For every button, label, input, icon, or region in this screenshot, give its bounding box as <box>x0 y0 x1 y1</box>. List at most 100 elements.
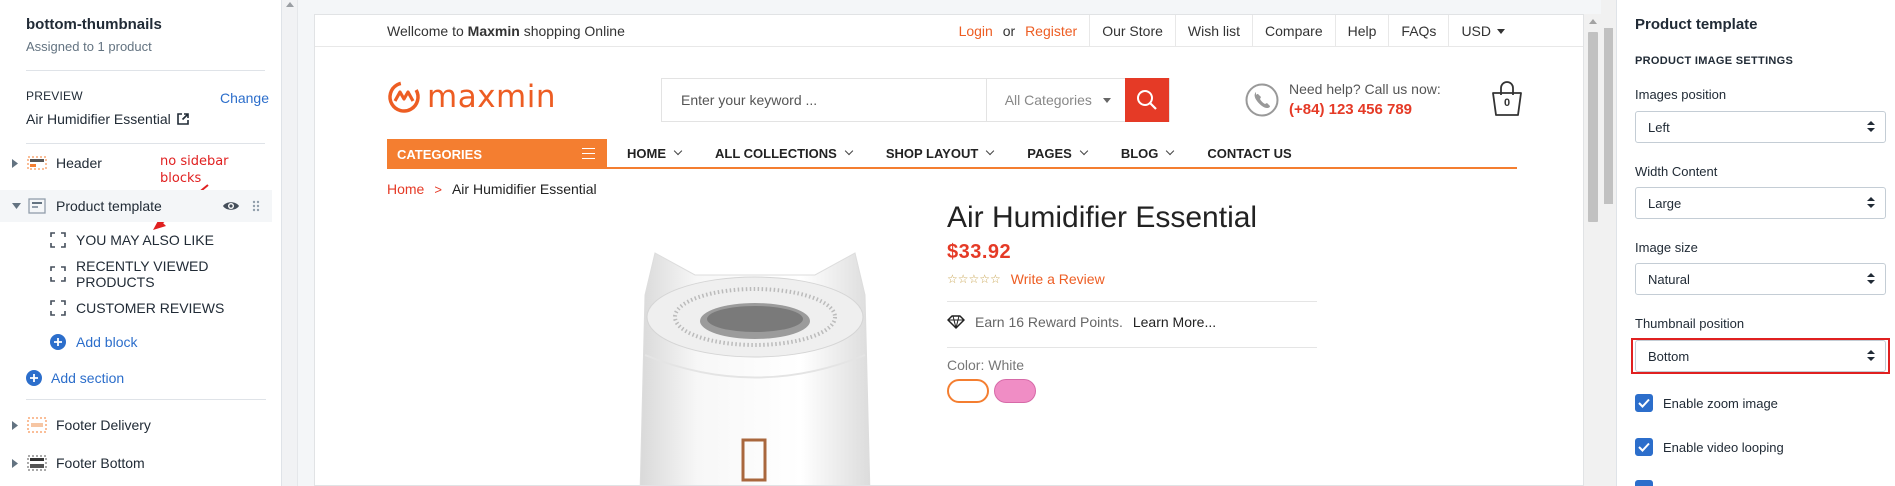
register-link[interactable]: Register <box>1025 23 1077 39</box>
theme-editor-sidebar: bottom-thumbnails Assigned to 1 product … <box>0 0 282 486</box>
menu-item-home[interactable]: HOME <box>613 146 701 161</box>
menu-label[interactable]: CONTACT US <box>1207 146 1291 161</box>
learn-more-link[interactable]: Learn More... <box>1133 314 1216 330</box>
add-section-label[interactable]: Add section <box>51 370 124 386</box>
scroll-up-icon[interactable] <box>1589 19 1597 24</box>
block-label: RECENTLY VIEWED PRODUCTS <box>76 258 209 290</box>
menu-label[interactable]: HOME <box>627 146 666 161</box>
product-main-image[interactable] <box>585 235 925 485</box>
categories-button[interactable]: CATEGORIES <box>387 139 607 169</box>
categories-label[interactable]: CATEGORIES <box>397 147 482 162</box>
help-phone[interactable]: (+84) 123 456 789 <box>1289 101 1441 118</box>
select-arrows-icon[interactable] <box>1867 197 1875 208</box>
search-category-select[interactable]: All Categories <box>985 79 1125 121</box>
top-link-compare[interactable]: Compare <box>1252 15 1335 47</box>
cart-button[interactable]: 0 <box>1487 79 1527 119</box>
caret-right-icon[interactable] <box>12 458 20 468</box>
scrollbar-thumb[interactable] <box>1604 28 1613 204</box>
menu-item-all-collections[interactable]: ALL COLLECTIONS <box>701 146 872 161</box>
login-link[interactable]: Login <box>959 23 993 39</box>
scrollbar-thumb[interactable] <box>1588 32 1598 222</box>
color-label: Color: White <box>947 357 1025 373</box>
caret-down-icon[interactable] <box>1497 28 1505 34</box>
menu-item-contact-us[interactable]: CONTACT US <box>1193 146 1311 161</box>
add-section-button[interactable]: Add section <box>26 363 124 393</box>
chevron-down-icon[interactable] <box>986 146 995 156</box>
checkbox-checked-icon[interactable] <box>1635 394 1653 412</box>
top-link-our-store[interactable]: Our Store <box>1089 15 1175 47</box>
scroll-up-icon[interactable] <box>286 2 294 7</box>
block-item[interactable]: RECENTLY VIEWED PRODUCTS <box>50 258 281 290</box>
currency-value[interactable]: USD <box>1461 23 1491 39</box>
search-category-value[interactable]: All Categories <box>1005 92 1092 108</box>
image-size-select[interactable]: Natural <box>1635 263 1886 295</box>
menu-label[interactable]: SHOP LAYOUT <box>886 146 978 161</box>
select-value[interactable]: Natural <box>1648 272 1690 287</box>
chevron-down-icon[interactable] <box>1079 146 1089 156</box>
plus-circle-icon[interactable] <box>50 334 66 350</box>
checkbox-checked-icon[interactable] <box>1635 438 1653 456</box>
width-content-select[interactable]: Large <box>1635 187 1886 219</box>
breadcrumb-home[interactable]: Home <box>387 181 424 197</box>
chevron-down-icon[interactable] <box>1166 146 1175 156</box>
write-review-link[interactable]: Write a Review <box>1011 271 1105 287</box>
top-link-help[interactable]: Help <box>1334 15 1389 47</box>
caret-down-icon[interactable] <box>1103 98 1112 103</box>
search-input[interactable] <box>662 79 986 121</box>
eye-icon[interactable] <box>222 200 240 212</box>
section-label: Footer Bottom <box>56 455 145 471</box>
block-item[interactable]: YOU MAY ALSO LIKE <box>50 225 214 255</box>
menu-item-pages[interactable]: PAGES <box>1013 146 1107 161</box>
store-topbar: Wellcome to Maxmin shopping Online Login… <box>315 15 1583 47</box>
color-swatch-pink[interactable] <box>994 379 1036 403</box>
template-section-icon <box>26 198 48 214</box>
enable-zoom-checkbox[interactable]: Enable zoom image <box>1635 394 1778 412</box>
chevron-down-icon[interactable] <box>673 146 683 156</box>
images-position-select[interactable]: Left <box>1635 111 1886 143</box>
section-header[interactable]: Header <box>0 147 272 179</box>
top-link-faqs[interactable]: FAQs <box>1388 15 1448 47</box>
section-footer-bottom[interactable]: Footer Bottom <box>0 447 272 479</box>
add-block-button[interactable]: Add block <box>50 327 137 357</box>
block-item[interactable]: CUSTOMER REVIEWS <box>50 293 224 323</box>
drag-handle-icon[interactable] <box>252 200 260 212</box>
search-icon[interactable] <box>1136 89 1158 111</box>
color-swatch-white[interactable] <box>947 379 989 403</box>
section-product-template[interactable]: Product template <box>0 190 272 222</box>
caret-right-icon[interactable] <box>12 420 20 430</box>
caret-down-icon[interactable] <box>12 203 21 209</box>
chevron-down-icon[interactable] <box>844 146 854 156</box>
external-link-icon[interactable] <box>176 113 189 125</box>
select-arrows-icon[interactable] <box>1867 273 1875 284</box>
select-arrows-icon[interactable] <box>1867 121 1875 132</box>
store-logo[interactable]: maxmin <box>387 79 556 115</box>
preview-product[interactable]: Air Humidifier Essential <box>26 111 255 127</box>
menu-item-shop-layout[interactable]: SHOP LAYOUT <box>872 146 1013 161</box>
add-block-label[interactable]: Add block <box>76 334 137 350</box>
menu-item-blog[interactable]: BLOG <box>1107 146 1194 161</box>
menu-label[interactable]: ALL COLLECTIONS <box>715 146 837 161</box>
top-link-wish-list[interactable]: Wish list <box>1174 15 1252 47</box>
settings-scrollbar[interactable] <box>1601 0 1616 486</box>
checkbox-label[interactable]: Enable zoom image <box>1663 396 1778 411</box>
enable-video-looping-checkbox[interactable]: Enable video looping <box>1635 438 1784 456</box>
preview-scrollbar[interactable] <box>1584 14 1602 486</box>
hamburger-icon[interactable] <box>582 148 595 163</box>
select-value[interactable]: Left <box>1648 120 1670 135</box>
menu-label[interactable]: PAGES <box>1027 146 1072 161</box>
rating-stars-icon: ☆☆☆☆☆ <box>947 272 1001 286</box>
section-footer-delivery[interactable]: Footer Delivery <box>0 409 272 441</box>
phone-icon <box>1245 83 1279 116</box>
diamond-icon <box>947 315 965 329</box>
checkbox-partial[interactable] <box>1635 480 1653 486</box>
search-button[interactable] <box>1125 78 1169 122</box>
preview-product-name[interactable]: Air Humidifier Essential <box>26 111 171 127</box>
preview-change-link[interactable]: Change <box>220 90 269 106</box>
checkbox-label[interactable]: Enable video looping <box>1663 440 1784 455</box>
plus-circle-icon[interactable] <box>26 370 42 386</box>
select-value[interactable]: Large <box>1648 196 1681 211</box>
menu-label[interactable]: BLOG <box>1121 146 1159 161</box>
currency-selector[interactable]: USD <box>1448 15 1517 47</box>
sidebar-scrollbar[interactable] <box>282 0 298 486</box>
caret-right-icon[interactable] <box>12 158 20 168</box>
